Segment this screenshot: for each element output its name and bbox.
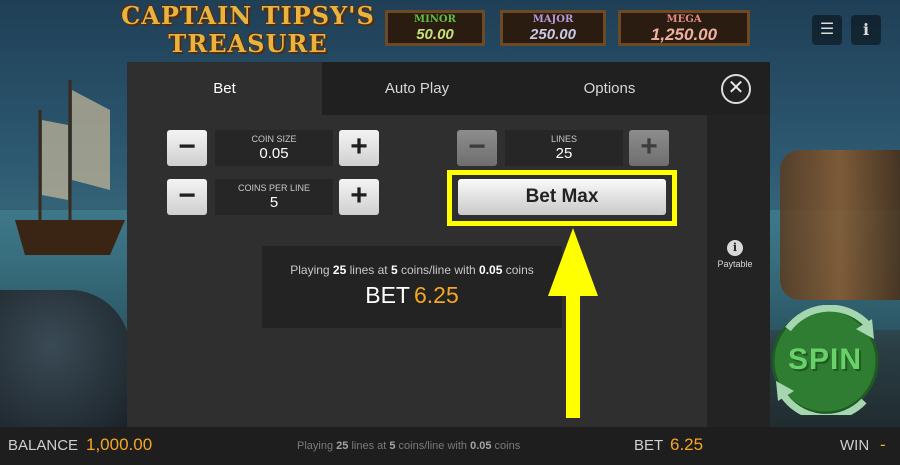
coins-per-line-plus-button[interactable]: + (339, 179, 379, 215)
bet-label: BET (634, 437, 664, 454)
jackpot-major-value: 250.00 (530, 26, 576, 43)
coins-per-line-value: 5 (269, 194, 279, 211)
summary-mid-1: lines at (346, 263, 391, 277)
coin-size-label: COIN SIZE (251, 134, 297, 144)
balance-label: BALANCE (8, 437, 79, 454)
jackpot-mega: MEGA 1,250.00 (618, 10, 750, 46)
spin-button[interactable]: SPIN (768, 304, 886, 421)
logo-line-2: TREASURE (168, 29, 328, 58)
info-icon[interactable]: i (851, 15, 881, 45)
barrel-illustration (780, 150, 900, 300)
coins-per-line-display: COINS PER LINE 5 (215, 179, 333, 215)
bet-total: BET 6.25 (262, 282, 562, 309)
jackpot-major-label: MAJOR (532, 14, 574, 25)
balance-value: 1,000.00 (86, 435, 153, 454)
tab-bet[interactable]: Bet (127, 62, 322, 115)
win-label: WIN (840, 437, 870, 454)
lines-value: 25 (555, 145, 573, 162)
coin-size-value: 0.05 (259, 145, 289, 162)
logo-line-1: CAPTAIN TIPSY'S (121, 1, 375, 30)
rock-illustration (0, 290, 130, 430)
jackpot-mega-value: 1,250.00 (650, 25, 718, 44)
bet-panel: − COIN SIZE 0.05 + − COINS PER LINE 5 + … (127, 115, 707, 427)
coins-per-line-label: COINS PER LINE (237, 183, 311, 193)
jackpot-minor-value: 50.00 (416, 26, 454, 43)
status-coin-size: 0.05 (470, 440, 492, 452)
bet-summary: Playing 25 lines at 5 coins/line with 0.… (262, 246, 562, 328)
coin-size-plus-button[interactable]: + (339, 130, 379, 166)
status-prefix: Playing (297, 440, 337, 452)
bet-settings-modal: Bet Auto Play Options ✕ − COIN SIZE 0.05… (127, 62, 770, 427)
tab-auto-play[interactable]: Auto Play (322, 62, 512, 115)
jackpot-minor-label: MINOR (414, 14, 456, 25)
coin-size-minus-button[interactable]: − (167, 130, 207, 166)
status-suffix: coins (491, 440, 521, 452)
game-logo: CAPTAIN TIPSY'S TREASURE (118, 2, 378, 62)
lines-plus-button[interactable]: + (629, 130, 669, 166)
ship-illustration (15, 80, 125, 255)
bet-max-highlight: Bet Max (447, 170, 677, 226)
paytable-label: Paytable (717, 259, 753, 269)
status-bar: BALANCE 1,000.00 Playing 25 lines at 5 c… (0, 427, 900, 465)
paytable-info-icon: i (727, 240, 743, 256)
win-value: - (880, 435, 886, 454)
coins-per-line-minus-button[interactable]: − (167, 179, 207, 215)
lines-minus-button[interactable]: − (457, 130, 497, 166)
spin-label: SPIN (788, 343, 863, 376)
coin-size-display: COIN SIZE 0.05 (215, 130, 333, 166)
summary-coin-size: 0.05 (479, 263, 503, 277)
summary-mid-2: coins/line with (397, 263, 480, 277)
close-icon[interactable]: ✕ (721, 74, 751, 104)
status-lines: 25 (336, 440, 349, 452)
arrow-up-annotation (548, 228, 598, 418)
hamburger-menu-icon[interactable]: ☰ (812, 15, 842, 45)
summary-prefix: Playing (290, 263, 333, 277)
summary-coins: 5 (390, 263, 398, 277)
lines-label: LINES (550, 134, 577, 144)
bet-total-label: BET (365, 282, 410, 308)
jackpot-minor: MINOR 50.00 (385, 10, 485, 46)
modal-tabs: Bet Auto Play Options ✕ (127, 62, 770, 115)
summary-suffix: coins (502, 263, 534, 277)
bet-summary-text: Playing 25 lines at 5 coins/line with 0.… (262, 263, 562, 277)
status-bet-summary: Playing 25 lines at 5 coins/line with 0.… (297, 440, 520, 452)
summary-lines: 25 (332, 263, 347, 277)
bet-total-value: 6.25 (413, 282, 459, 308)
bet-value: 6.25 (670, 435, 704, 454)
status-mid-2: coins/line with (395, 440, 471, 452)
bet-max-button[interactable]: Bet Max (458, 179, 666, 215)
jackpot-major: MAJOR 250.00 (500, 10, 606, 46)
status-mid-1: lines at (348, 440, 390, 452)
lines-display: LINES 25 (505, 130, 623, 166)
tab-options[interactable]: Options (512, 62, 707, 115)
paytable-button[interactable]: i Paytable (715, 240, 755, 269)
